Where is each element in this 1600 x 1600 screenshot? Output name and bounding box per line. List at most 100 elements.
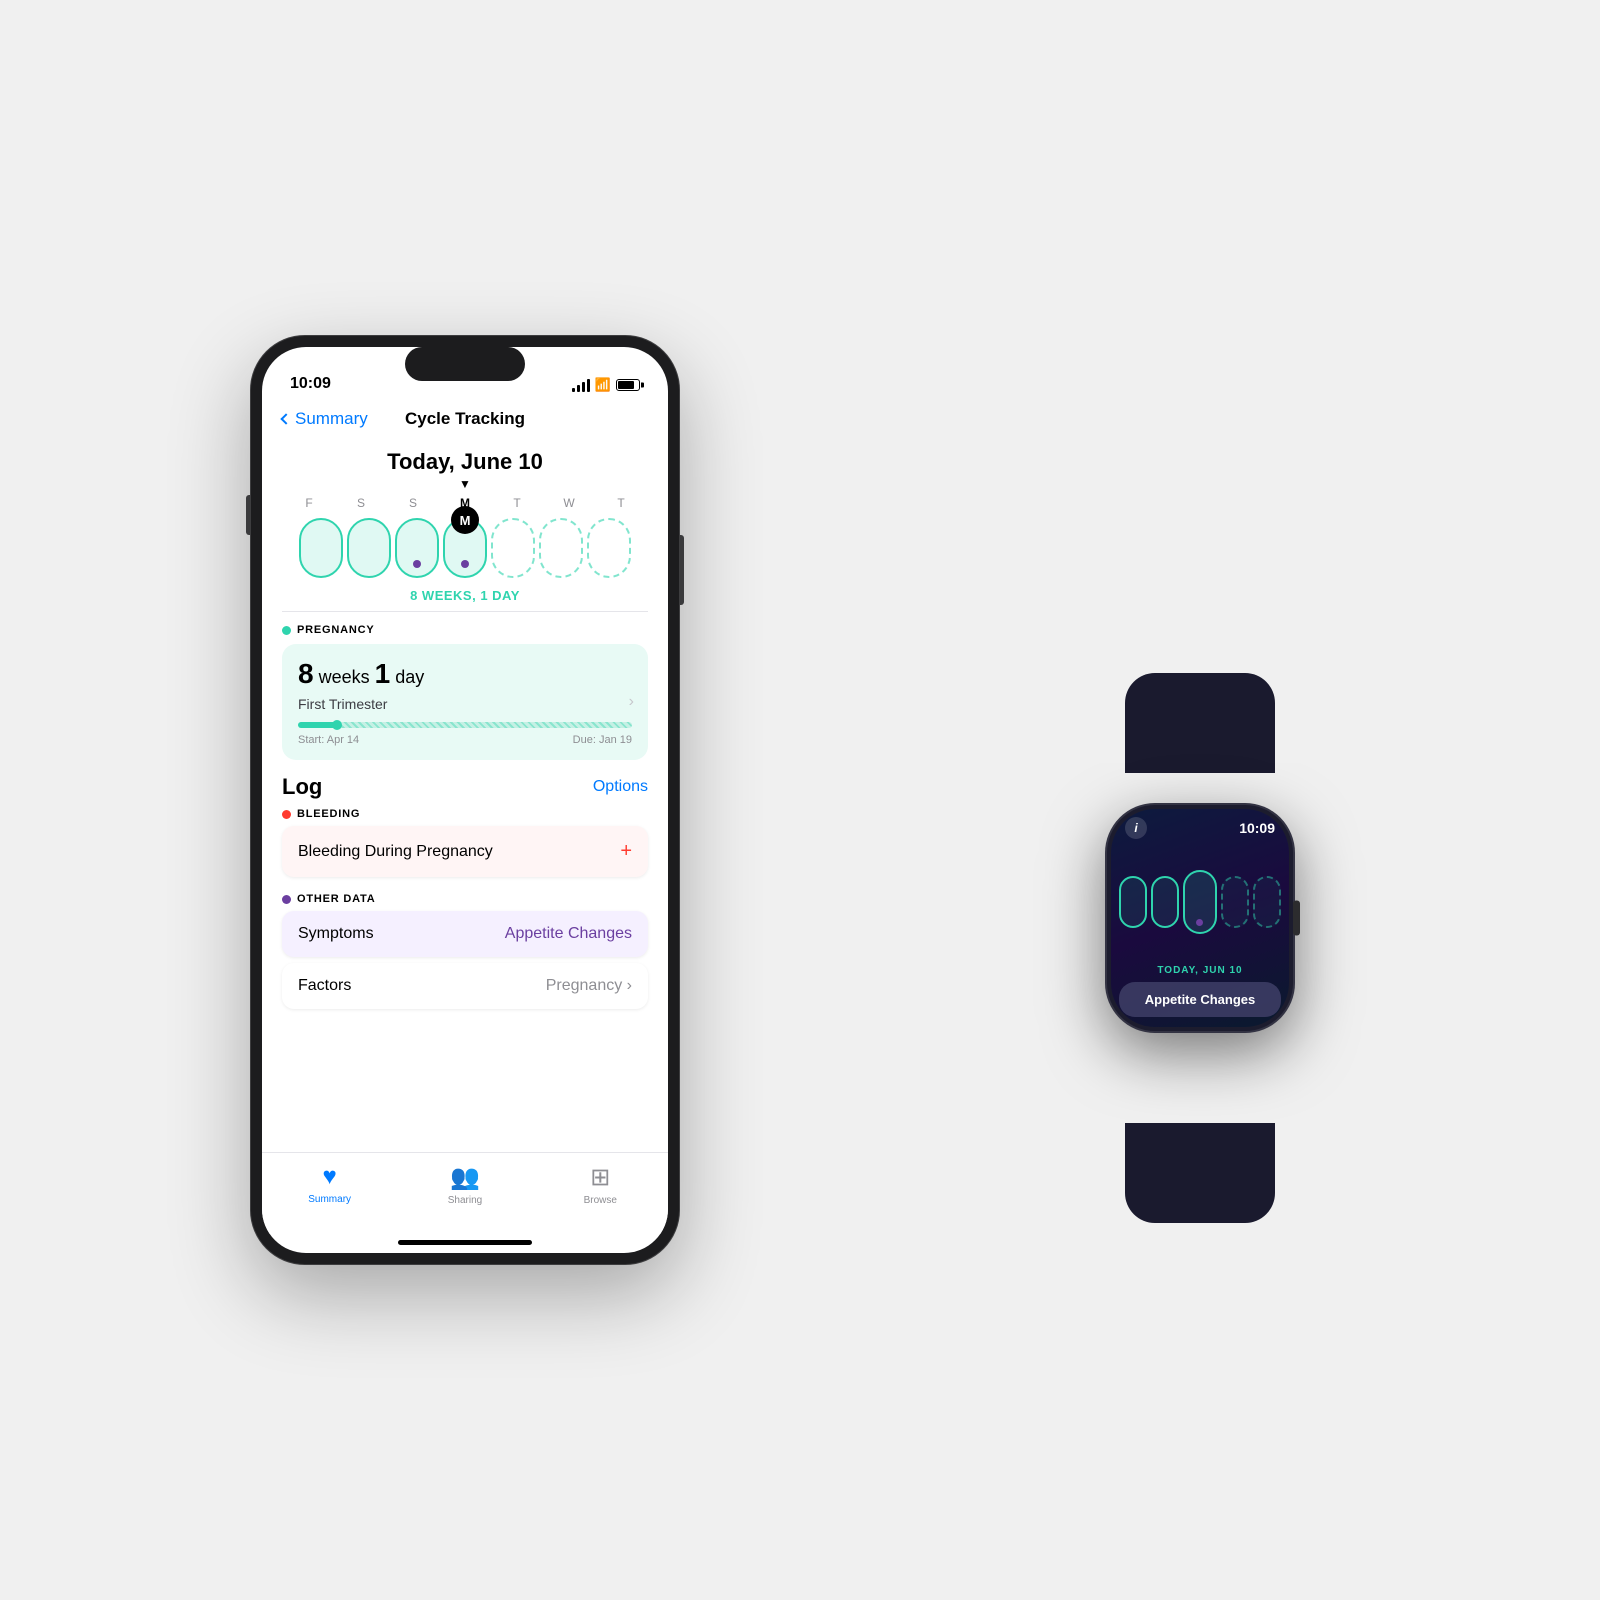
days-num: 1 (375, 658, 391, 689)
bleeding-dot (282, 810, 291, 819)
watch-body: i 10:09 TODAY, JUN 10 Appet (1105, 803, 1295, 1033)
watch-notification-text: Appetite Changes (1131, 992, 1269, 1007)
watch-bubble-4 (1221, 876, 1249, 928)
add-bleeding-button[interactable]: + (620, 840, 632, 863)
watch-bubble-2 (1151, 876, 1179, 928)
pregnancy-label-text: PREGNANCY (297, 624, 375, 636)
day-label-f: F (285, 496, 333, 510)
options-button[interactable]: Options (593, 778, 648, 796)
cycle-bubble-5[interactable] (491, 518, 535, 578)
pregnancy-card-chevron: › (629, 693, 634, 711)
browse-label: Browse (584, 1195, 617, 1206)
day-label-w: W (545, 496, 593, 510)
sharing-icon: 👥 (450, 1163, 480, 1192)
watch-bubble-5 (1253, 876, 1281, 928)
back-button[interactable]: Summary (282, 409, 368, 429)
date-title: Today, June 10 (262, 449, 668, 475)
factors-item[interactable]: Factors Pregnancy › (282, 963, 648, 1009)
battery-icon (616, 379, 640, 391)
cycle-bubble-today[interactable]: M (443, 518, 487, 578)
pregnancy-trimester: First Trimester (298, 696, 632, 712)
watch-bubble-1 (1119, 876, 1147, 928)
other-section-label: OTHER DATA (282, 893, 648, 905)
other-label-text: OTHER DATA (297, 893, 375, 905)
iphone-screen: 10:09 📶 Su (262, 347, 668, 1253)
bubble-dot-3 (413, 560, 421, 568)
day-label-t1: T (493, 496, 541, 510)
due-date: Due: Jan 19 (573, 734, 632, 746)
day-label-s1: S (337, 496, 385, 510)
watch-notification: Appetite Changes (1119, 982, 1281, 1017)
cycle-bubble-1[interactable] (299, 518, 343, 578)
summary-icon: ♥ (323, 1163, 337, 1191)
watch-screen: i 10:09 TODAY, JUN 10 Appet (1111, 809, 1289, 1027)
bleeding-section: BLEEDING Bleeding During Pregnancy + (262, 808, 668, 893)
scroll-content: Today, June 10 ▼ F S S M T W T (262, 439, 668, 1152)
symptoms-item[interactable]: Symptoms Appetite Changes (282, 911, 648, 957)
pregnancy-weeks: 8 weeks 1 day (298, 658, 632, 690)
watch-status-bar: i 10:09 (1111, 809, 1289, 839)
tab-summary[interactable]: ♥ Summary (290, 1163, 370, 1205)
progress-bar (298, 722, 632, 728)
tab-sharing[interactable]: 👥 Sharing (425, 1163, 505, 1206)
pregnancy-card[interactable]: 8 weeks 1 day First Trimester Start: Apr… (282, 644, 648, 760)
day-label-s2: S (389, 496, 437, 510)
watch-cycle-area (1111, 839, 1289, 965)
nav-bar: Summary Cycle Tracking (262, 401, 668, 439)
log-header: Log Options (262, 760, 668, 808)
days-word: day (390, 667, 424, 687)
weeks-word: weeks (314, 667, 375, 687)
bubble-dot-today (461, 560, 469, 568)
bleeding-label-text: BLEEDING (297, 808, 360, 820)
tab-browse[interactable]: ⊞ Browse (560, 1163, 640, 1206)
signal-bars-icon (572, 379, 590, 392)
watch-band-top (1125, 673, 1275, 773)
watch-band-bottom (1125, 1123, 1275, 1223)
date-header: Today, June 10 ▼ (262, 439, 668, 496)
status-time: 10:09 (290, 375, 331, 393)
progress-pattern (338, 722, 632, 728)
other-data-section: OTHER DATA Symptoms Appetite Changes Fac… (262, 893, 668, 1025)
week-bubbles-row: M (262, 510, 668, 578)
cycle-bubble-3[interactable] (395, 518, 439, 578)
nav-title: Cycle Tracking (405, 409, 525, 429)
watch-time: 10:09 (1239, 820, 1275, 836)
chevron-left-icon (280, 413, 291, 424)
iphone-notch (405, 347, 525, 381)
day-label-t2: T (597, 496, 645, 510)
browse-icon: ⊞ (590, 1163, 610, 1192)
weeks-num: 8 (298, 658, 314, 689)
bleeding-section-label: BLEEDING (282, 808, 648, 820)
bleeding-item[interactable]: Bleeding During Pregnancy + (282, 826, 648, 877)
other-dot (282, 895, 291, 904)
factors-label: Factors (298, 977, 351, 995)
pregnancy-dot (282, 626, 291, 635)
sharing-label: Sharing (448, 1195, 482, 1206)
apple-watch: i 10:09 TODAY, JUN 10 Appet (1050, 763, 1350, 1133)
progress-dates: Start: Apr 14 Due: Jan 19 (298, 734, 632, 746)
status-icons: 📶 (572, 377, 640, 393)
watch-info-button[interactable]: i (1125, 817, 1147, 839)
watch-date-label: TODAY, JUN 10 (1157, 965, 1242, 976)
log-title: Log (282, 774, 322, 800)
today-indicator: M (451, 506, 479, 534)
weeks-label: 8 WEEKS, 1 DAY (262, 588, 668, 603)
cycle-bubble-7[interactable] (587, 518, 631, 578)
pregnancy-section: PREGNANCY 8 weeks 1 day First Trimester … (262, 612, 668, 760)
cycle-bubble-6[interactable] (539, 518, 583, 578)
symptoms-label: Symptoms (298, 925, 374, 943)
calendar-arrow-icon: ▼ (262, 477, 668, 491)
watch-crown (1293, 901, 1300, 936)
factors-value: Pregnancy › (546, 977, 632, 995)
watch-bubble-center (1183, 870, 1217, 934)
scene: 10:09 📶 Su (250, 200, 1350, 1400)
summary-label: Summary (308, 1194, 351, 1205)
bleeding-item-label: Bleeding During Pregnancy (298, 843, 493, 861)
back-label: Summary (295, 409, 368, 429)
tab-bar: ♥ Summary 👥 Sharing ⊞ Browse (262, 1152, 668, 1234)
home-indicator (398, 1240, 532, 1245)
progress-fill (298, 722, 338, 728)
pregnancy-section-label: PREGNANCY (282, 624, 648, 636)
cycle-bubble-2[interactable] (347, 518, 391, 578)
start-date: Start: Apr 14 (298, 734, 359, 746)
